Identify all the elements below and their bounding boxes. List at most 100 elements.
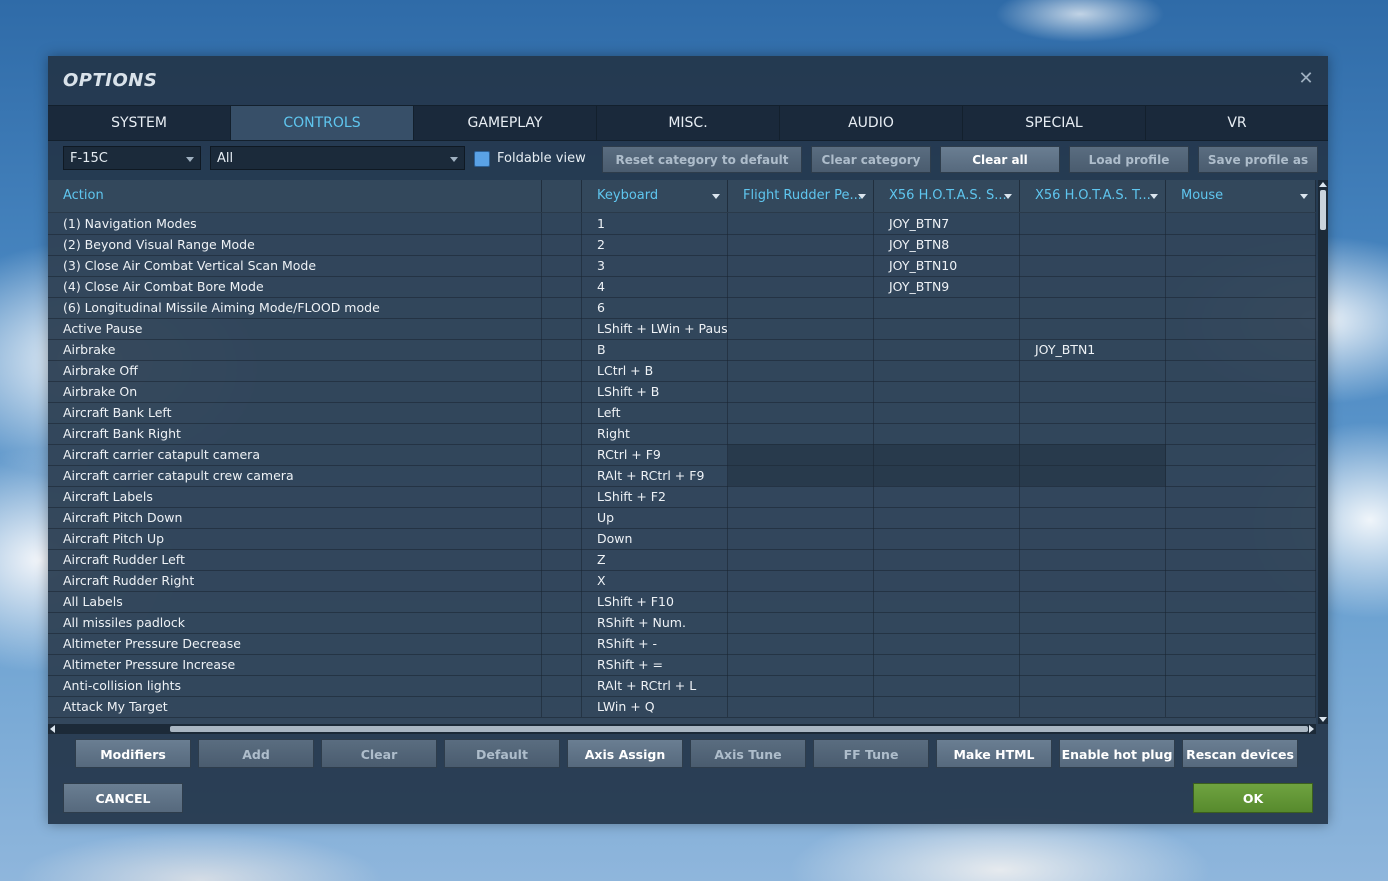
binding-cell[interactable]: [1020, 318, 1166, 339]
binding-cell[interactable]: Z: [582, 549, 728, 570]
binding-cell[interactable]: [874, 339, 1020, 360]
table-row[interactable]: Attack My Target LWin + Q: [48, 696, 1316, 718]
binding-cell[interactable]: [728, 234, 874, 255]
tab-controls[interactable]: CONTROLS: [231, 106, 414, 140]
binding-cell[interactable]: [1166, 423, 1316, 444]
action-cell[interactable]: (1) Navigation Modes: [48, 213, 542, 234]
binding-cell[interactable]: JOY_BTN7: [874, 213, 1020, 234]
binding-cell[interactable]: [1020, 696, 1166, 717]
chevron-down-icon[interactable]: [858, 194, 866, 199]
ok-button[interactable]: OK: [1193, 783, 1313, 813]
binding-cell[interactable]: [1166, 381, 1316, 402]
binding-cell[interactable]: [728, 591, 874, 612]
action-cell[interactable]: Aircraft Bank Left: [48, 402, 542, 423]
binding-cell[interactable]: [1166, 360, 1316, 381]
binding-cell[interactable]: [874, 318, 1020, 339]
binding-cell[interactable]: [728, 612, 874, 633]
save-profile-as-button[interactable]: Save profile as: [1198, 146, 1318, 173]
binding-cell[interactable]: LShift + F10: [582, 591, 728, 612]
scroll-down-icon[interactable]: [1319, 717, 1327, 722]
binding-cell[interactable]: [1020, 612, 1166, 633]
table-row[interactable]: Airbrake On LShift + B: [48, 381, 1316, 403]
table-row[interactable]: Airbrake Off LCtrl + B: [48, 360, 1316, 382]
binding-cell[interactable]: [1166, 318, 1316, 339]
binding-cell[interactable]: [874, 402, 1020, 423]
vertical-scroll-thumb[interactable]: [1320, 190, 1326, 230]
action-cell[interactable]: Aircraft Pitch Up: [48, 528, 542, 549]
binding-cell[interactable]: [1020, 276, 1166, 297]
binding-cell[interactable]: [874, 297, 1020, 318]
binding-cell[interactable]: [728, 675, 874, 696]
table-row[interactable]: Altimeter Pressure Increase RShift + =: [48, 654, 1316, 676]
tab-special[interactable]: SPECIAL: [963, 106, 1146, 140]
binding-cell[interactable]: [728, 276, 874, 297]
category-select[interactable]: All: [210, 146, 465, 170]
binding-cell[interactable]: [874, 444, 1020, 465]
binding-cell[interactable]: JOY_BTN1: [1020, 339, 1166, 360]
scroll-right-icon[interactable]: [1309, 725, 1314, 733]
table-row[interactable]: Aircraft Bank Right Right: [48, 423, 1316, 445]
header-keyboard[interactable]: Keyboard: [582, 180, 728, 212]
action-cell[interactable]: Altimeter Pressure Increase: [48, 654, 542, 675]
action-cell[interactable]: All missiles padlock: [48, 612, 542, 633]
enable-hot-plug-button[interactable]: Enable hot plug: [1059, 739, 1175, 768]
binding-cell[interactable]: RAlt + RCtrl + L: [582, 675, 728, 696]
binding-cell[interactable]: [1166, 528, 1316, 549]
action-cell[interactable]: Anti-collision lights: [48, 675, 542, 696]
reset-category-button[interactable]: Reset category to default: [602, 146, 802, 173]
clear-all-button[interactable]: Clear all: [940, 146, 1060, 173]
action-cell[interactable]: Active Pause: [48, 318, 542, 339]
action-cell[interactable]: Aircraft carrier catapult crew camera: [48, 465, 542, 486]
binding-cell[interactable]: [1020, 381, 1166, 402]
binding-cell[interactable]: [728, 654, 874, 675]
binding-cell[interactable]: [728, 570, 874, 591]
binding-cell[interactable]: [1166, 339, 1316, 360]
binding-cell[interactable]: [874, 528, 1020, 549]
action-cell[interactable]: (3) Close Air Combat Vertical Scan Mode: [48, 255, 542, 276]
action-cell[interactable]: (4) Close Air Combat Bore Mode: [48, 276, 542, 297]
table-row[interactable]: Aircraft carrier catapult crew camera RAl…: [48, 465, 1316, 487]
make-html-button[interactable]: Make HTML: [936, 739, 1052, 768]
binding-cell[interactable]: [1166, 234, 1316, 255]
binding-cell[interactable]: [728, 339, 874, 360]
binding-cell[interactable]: 4: [582, 276, 728, 297]
binding-cell[interactable]: LShift + LWin + Pause: [582, 318, 728, 339]
binding-cell[interactable]: [1166, 570, 1316, 591]
binding-cell[interactable]: [874, 696, 1020, 717]
action-cell[interactable]: Altimeter Pressure Decrease: [48, 633, 542, 654]
binding-cell[interactable]: [1166, 696, 1316, 717]
binding-cell[interactable]: [1020, 486, 1166, 507]
header-flight-rudder-pedals[interactable]: Flight Rudder Pe...: [728, 180, 874, 212]
table-row[interactable]: Aircraft Labels LShift + F2: [48, 486, 1316, 508]
binding-cell[interactable]: [1020, 465, 1166, 486]
binding-cell[interactable]: [1166, 444, 1316, 465]
action-cell[interactable]: Aircraft carrier catapult camera: [48, 444, 542, 465]
tab-audio[interactable]: AUDIO: [780, 106, 963, 140]
binding-cell[interactable]: RShift + -: [582, 633, 728, 654]
action-cell[interactable]: Airbrake: [48, 339, 542, 360]
close-icon[interactable]: ✕: [1296, 69, 1316, 89]
scroll-left-icon[interactable]: [50, 725, 55, 733]
binding-cell[interactable]: [728, 381, 874, 402]
binding-cell[interactable]: [1020, 570, 1166, 591]
cancel-button[interactable]: CANCEL: [63, 783, 183, 813]
binding-cell[interactable]: RAlt + RCtrl + F9: [582, 465, 728, 486]
binding-cell[interactable]: RShift + Num.: [582, 612, 728, 633]
action-cell[interactable]: Aircraft Rudder Right: [48, 570, 542, 591]
binding-cell[interactable]: [728, 486, 874, 507]
scroll-up-icon[interactable]: [1319, 182, 1327, 187]
binding-cell[interactable]: 1: [582, 213, 728, 234]
table-row[interactable]: (6) Longitudinal Missile Aiming Mode/FLO…: [48, 297, 1316, 319]
table-row[interactable]: (2) Beyond Visual Range Mode 2 JOY_BTN8: [48, 234, 1316, 256]
clear-category-button[interactable]: Clear category: [811, 146, 931, 173]
binding-cell[interactable]: [874, 465, 1020, 486]
chevron-down-icon[interactable]: [1300, 194, 1308, 199]
binding-cell[interactable]: [1020, 297, 1166, 318]
binding-cell[interactable]: [728, 507, 874, 528]
binding-cell[interactable]: LWin + Q: [582, 696, 728, 717]
tab-gameplay[interactable]: GAMEPLAY: [414, 106, 597, 140]
binding-cell[interactable]: [874, 633, 1020, 654]
binding-cell[interactable]: [728, 402, 874, 423]
binding-cell[interactable]: [1166, 402, 1316, 423]
binding-cell[interactable]: [1166, 507, 1316, 528]
